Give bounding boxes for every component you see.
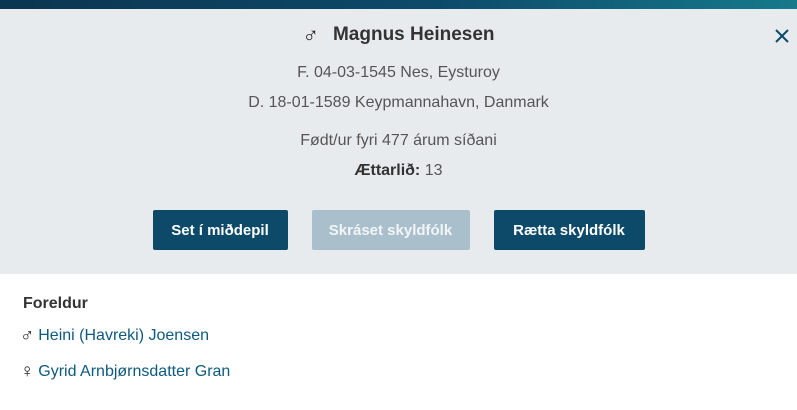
mother-link[interactable]: Gyrid Arnbjørnsdatter Gran [38, 363, 230, 381]
generation-value: 13 [424, 162, 443, 179]
set-center-button[interactable]: Set í miðdepil [152, 210, 288, 250]
female-icon: ♀ [20, 361, 35, 382]
father-link[interactable]: Heini (Havreki) Joensen [38, 327, 209, 345]
person-name: Magnus Heinesen [332, 24, 495, 45]
person-panel: ♂ Magnus Heinesen F. 04-03-1545 Nes, Eys… [0, 9, 797, 274]
parents-heading: Foreldur [23, 295, 88, 312]
male-icon: ♂ [20, 325, 35, 346]
register-relatives-button[interactable]: Skráset skyldfólk [311, 210, 470, 250]
death-info: D. 18-01-1589 Keypmannahavn, Danmark [248, 94, 549, 111]
top-accent-stripe [0, 0, 797, 9]
action-buttons: Set í miðdepil Skráset skyldfólk Rætta s… [0, 210, 797, 250]
parent-item-father: ♂ Heini (Havreki) Joensen [20, 326, 209, 345]
age-info: Født/ur fyri 477 árum síðani [300, 132, 497, 149]
generation-label: Ættarlið: [354, 162, 421, 179]
parent-item-mother: ♀ Gyrid Arnbjørnsdatter Gran [20, 362, 230, 381]
male-icon: ♂ [302, 22, 319, 47]
birth-info: F. 04-03-1545 Nes, Eysturoy [297, 64, 500, 81]
person-title: ♂ Magnus Heinesen [0, 24, 797, 46]
edit-relatives-button[interactable]: Rætta skyldfólk [493, 210, 645, 250]
generation-info: Ættarlið: 13 [0, 162, 797, 180]
